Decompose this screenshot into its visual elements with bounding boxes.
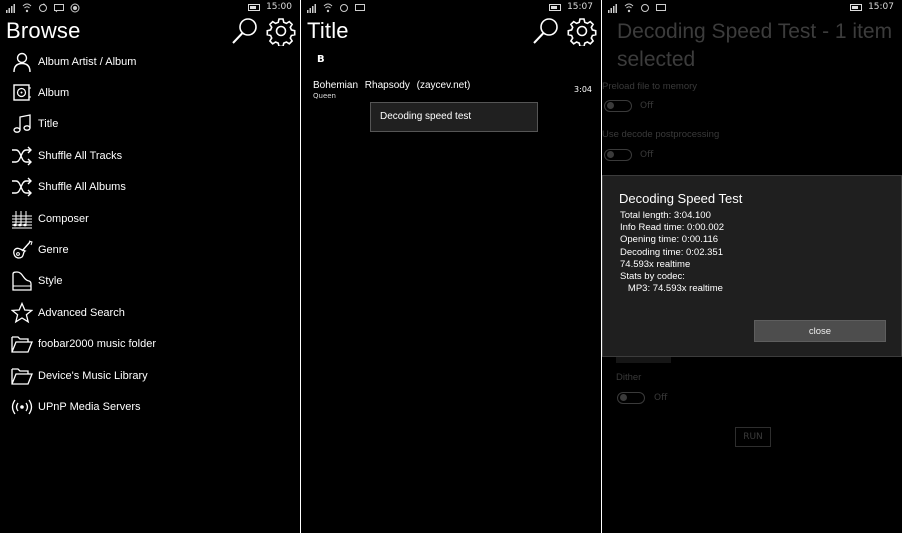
stat-decoding-time: Decoding time: 0:02.351 (620, 246, 723, 258)
page-title: Decoding Speed Test - 1 item selected (617, 20, 893, 71)
menu-item-decoding-speed-test[interactable]: Decoding speed test (380, 111, 471, 122)
status-time: 15:00 (266, 2, 292, 12)
status-time: 15:07 (868, 2, 894, 12)
shuffle-icon (10, 175, 34, 199)
nav-item-shuffle-albums[interactable]: Shuffle All Albums (0, 172, 300, 203)
preload-state: Off (640, 101, 654, 111)
nav-item-upnp-servers[interactable]: UPnP Media Servers (0, 391, 300, 422)
shuffle-icon (10, 144, 34, 168)
status-bar: 15:07 (301, 0, 601, 16)
battery-icon (248, 3, 261, 11)
signal-icon (307, 3, 317, 13)
track-row[interactable]: Bohemian Rhapsody (zaycev.net) Queen 3:0… (313, 80, 595, 104)
wifi-icon (323, 3, 333, 13)
dialog-body: Total length: 3:04.100 Info Read time: 0… (620, 210, 724, 295)
stat-info-read-time: Info Read time: 0:00.002 (620, 222, 725, 234)
page-title: Browse (6, 18, 81, 43)
group-header[interactable]: B (317, 54, 325, 65)
stat-opening-time: Opening time: 0:00.116 (620, 234, 719, 246)
nav-item-advanced-search[interactable]: Advanced Search (0, 297, 300, 328)
dither-toggle[interactable] (617, 392, 645, 404)
nav-item-album[interactable]: Album (0, 77, 300, 108)
folder-icon (10, 332, 34, 356)
sync-icon (339, 3, 349, 13)
person-icon (10, 50, 34, 74)
nav-item-style[interactable]: Style (0, 266, 300, 297)
message-icon (355, 3, 365, 13)
preload-toggle[interactable] (604, 100, 632, 112)
nav-item-shuffle-tracks[interactable]: Shuffle All Tracks (0, 140, 300, 171)
title-screen: 15:07 Title B Bohemian Rhapsody (zaycev.… (301, 0, 601, 533)
battery-icon (850, 3, 863, 11)
postprocessing-toggle[interactable] (604, 149, 632, 161)
message-icon (54, 3, 64, 13)
preload-label: Preload file to memory (602, 81, 698, 92)
track-artist: Queen (313, 92, 336, 100)
stat-codec-header: Stats by codec: (620, 271, 685, 283)
album-icon (10, 81, 34, 105)
broadcast-icon (10, 395, 34, 419)
nav-item-device-library[interactable]: Device's Music Library (0, 360, 300, 391)
search-icon[interactable] (531, 16, 561, 46)
result-dialog: Decoding Speed Test Total length: 3:04.1… (602, 175, 902, 357)
search-icon[interactable] (230, 16, 260, 46)
nav-item-genre[interactable]: Genre (0, 234, 300, 265)
browse-list: Album Artist / Album Album Title Shuffle… (0, 46, 300, 423)
track-title: Bohemian Rhapsody (zaycev.net) (313, 80, 471, 91)
run-button[interactable]: RUN (735, 427, 771, 447)
browse-screen: 15:00 Browse Album Artist / Album Album … (0, 0, 300, 533)
dither-label: Dither (616, 372, 642, 383)
decoding-test-screen: 15:07 Decoding Speed Test - 1 item selec… (602, 0, 902, 533)
track-duration: 3:04 (574, 85, 592, 94)
sync-icon (640, 3, 650, 13)
dither-state: Off (654, 393, 668, 403)
guitar-icon (10, 238, 34, 262)
signal-icon (6, 3, 16, 13)
page-title: Title (307, 18, 349, 43)
record-icon (70, 3, 80, 13)
sync-icon (38, 3, 48, 13)
stat-codec-mp3: MP3: 74.593x realtime (620, 283, 723, 295)
status-bar: 15:07 (602, 0, 902, 16)
gear-icon[interactable] (266, 16, 296, 46)
message-icon (656, 3, 666, 13)
nav-item-foobar-folder[interactable]: foobar2000 music folder (0, 329, 300, 360)
wifi-icon (624, 3, 634, 13)
stat-total-length: Total length: 3:04.100 (620, 210, 711, 221)
star-icon (10, 301, 34, 325)
nav-item-title[interactable]: Title (0, 109, 300, 140)
wifi-icon (22, 3, 32, 13)
nav-item-album-artist[interactable]: Album Artist / Album (0, 46, 300, 77)
status-bar: 15:00 (0, 0, 300, 16)
music-note-icon (10, 112, 34, 136)
gear-icon[interactable] (567, 16, 597, 46)
context-menu: Decoding speed test (370, 102, 538, 132)
stat-realtime: 74.593x realtime (620, 258, 691, 270)
postprocessing-label: Use decode postprocessing (602, 129, 720, 140)
piano-icon (10, 269, 34, 293)
signal-icon (608, 3, 618, 13)
sheet-music-icon (10, 207, 34, 231)
status-time: 15:07 (567, 2, 593, 12)
dialog-title: Decoding Speed Test (619, 191, 743, 206)
close-button[interactable]: close (754, 320, 886, 342)
folder-icon (10, 364, 34, 388)
battery-icon (549, 3, 562, 11)
nav-item-composer[interactable]: Composer (0, 203, 300, 234)
postprocessing-state: Off (640, 150, 654, 160)
